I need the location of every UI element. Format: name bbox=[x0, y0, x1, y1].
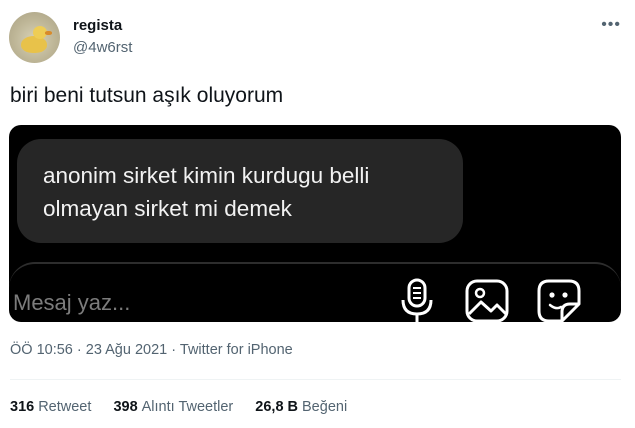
message-line: olmayan sirket mi demek bbox=[43, 196, 292, 221]
quote-tweets-count: 398 bbox=[113, 399, 138, 415]
gallery-icon[interactable] bbox=[464, 278, 510, 322]
likes-count: 26,8 B bbox=[255, 399, 299, 415]
avatar[interactable] bbox=[9, 12, 60, 63]
meta-separator: · bbox=[171, 342, 177, 358]
duck-body bbox=[21, 36, 47, 53]
tweet-meta: ÖÖ 10:56 · 23 Ağu 2021 · Twitter for iPh… bbox=[10, 342, 293, 358]
tweet-source[interactable]: Twitter for iPhone bbox=[180, 342, 293, 358]
message-line: anonim sirket kimin kurdugu belli bbox=[43, 163, 370, 188]
quote-tweets-stat[interactable]: 398 Alıntı Tweetler bbox=[113, 399, 233, 415]
microphone-icon[interactable] bbox=[399, 278, 435, 322]
quote-tweets-label: Alıntı Tweetler bbox=[141, 399, 234, 415]
media-screenshot[interactable]: anonim sirket kimin kurdugu belli olmaya… bbox=[9, 125, 621, 322]
likes-stat[interactable]: 26,8 B Beğeni bbox=[255, 399, 347, 415]
message-input[interactable] bbox=[13, 290, 373, 316]
tweet-text: biri beni tutsun aşık oluyorum bbox=[10, 84, 284, 107]
more-options-icon[interactable]: ••• bbox=[601, 16, 621, 34]
compose-bar bbox=[9, 262, 621, 322]
retweets-count: 316 bbox=[10, 399, 35, 415]
meta-separator: · bbox=[76, 342, 82, 358]
retweets-label: Retweet bbox=[38, 399, 92, 415]
message-bubble: anonim sirket kimin kurdugu belli olmaya… bbox=[17, 139, 463, 243]
user-display-name[interactable]: regista bbox=[73, 17, 122, 34]
tweet-time[interactable]: ÖÖ 10:56 bbox=[10, 342, 73, 358]
tweet-stats: 316 Retweet 398 Alıntı Tweetler 26,8 B Beğe… bbox=[10, 399, 365, 415]
likes-label: Beğeni bbox=[302, 399, 348, 415]
duck-beak bbox=[45, 31, 52, 35]
user-handle[interactable]: @4w6rst bbox=[73, 39, 132, 56]
sticker-icon[interactable] bbox=[536, 278, 582, 322]
divider bbox=[10, 379, 621, 380]
retweets-stat[interactable]: 316 Retweet bbox=[10, 399, 91, 415]
tweet-date[interactable]: 23 Ağu 2021 bbox=[86, 342, 167, 358]
